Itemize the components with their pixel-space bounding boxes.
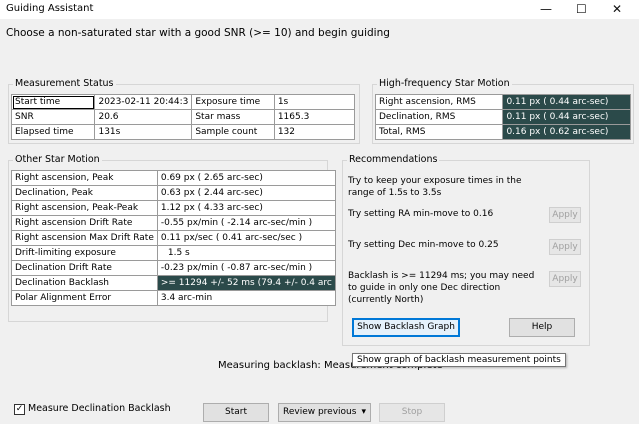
other-motion-title: Other Star Motion [13,154,102,165]
table-cell-label: Declination Drift Rate [11,260,158,276]
table-row: Right ascension, RMS 0.11 px ( 0.44 arc-… [374,94,631,110]
apply-dec-button[interactable]: Apply [549,239,581,255]
table-cell-value: 1.5 s [156,245,336,261]
table-cell-label: Polar Alignment Error [11,290,158,306]
table-cell-label: Star mass [191,109,275,125]
apply-backlash-button[interactable]: Apply [549,271,581,287]
table-cell-value: 20.6 [94,109,193,125]
minimize-icon[interactable]: — [540,2,552,16]
table-cell-label: Drift-limiting exposure [11,245,158,261]
table-row: Declination Backlash >= 11294 +/- 52 ms (… [11,275,336,291]
high-frequency-title: High-frequency Star Motion [377,78,512,89]
table-cell-value: -0.55 px/min ( -2.14 arc-sec/min ) [156,215,336,231]
table-cell-label: Right ascension, Peak-Peak [11,200,158,216]
start-button[interactable]: Start [203,403,269,422]
table-cell-label: Right ascension Max Drift Rate [11,230,158,246]
dec-min-move-recommendation: Try setting Dec min-move to 0.25 [348,240,499,250]
table-cell-label: Right ascension Drift Rate [11,215,158,231]
table-cell-label: Declination, Peak [11,185,158,201]
table-cell-label: Start time [10,94,96,110]
table-cell-value: 1s [273,94,356,110]
table-row: Right ascension Drift Rate -0.55 px/min (… [11,215,336,231]
table-row: Start time 2023-02-11 20:44:3 Exposure t… [10,94,356,110]
title-bar: Guiding Assistant — ☐ ✕ [0,0,639,19]
ra-min-move-recommendation: Try setting RA min-move to 0.16 [348,209,494,219]
table-cell-value: 3.4 arc-min [156,290,336,306]
high-frequency-table: Right ascension, RMS 0.11 px ( 0.44 arc-… [374,94,631,140]
table-cell-value: 0.16 px ( 0.62 arc-sec) [502,124,631,140]
measure-backlash-label: Measure Declination Backlash [28,403,171,414]
table-cell-value: 1.12 px ( 4.33 arc-sec) [156,200,336,216]
measurement-status-table: Start time 2023-02-11 20:44:3 Exposure t… [10,94,356,140]
table-cell-label: Exposure time [191,94,275,110]
table-cell-value: 0.11 px/sec ( 0.41 arc-sec/sec ) [156,230,336,246]
table-row: Right ascension Max Drift Rate 0.11 px/se… [11,230,336,246]
measurement-status-title: Measurement Status [13,78,116,89]
review-previous-label: Review previous [283,407,357,417]
show-backlash-graph-button[interactable]: Show Backlash Graph [352,318,460,337]
table-row: Declination, RMS 0.11 px ( 0.44 arc-sec) [374,109,631,125]
table-row: SNR 20.6 Star mass 1165.3 [10,109,356,125]
table-row: Declination, Peak 0.63 px ( 2.44 arc-sec) [11,185,336,201]
table-cell-value: 0.63 px ( 2.44 arc-sec) [156,185,336,201]
window-title: Guiding Assistant [6,3,94,14]
backlash-graph-tooltip: Show graph of backlash measurement point… [352,353,566,367]
table-row: Elapsed time 131s Sample count 132 [10,124,356,140]
table-row: Declination Drift Rate -0.23 px/min ( -0.… [11,260,336,276]
maximize-icon[interactable]: ☐ [576,2,587,16]
table-cell-label: Total, RMS [374,124,504,140]
table-cell-label: Sample count [191,124,275,140]
table-row: Polar Alignment Error 3.4 arc-min [11,290,336,306]
table-row: Drift-limiting exposure 1.5 s [11,245,336,261]
other-motion-table: Right ascension, Peak 0.69 px ( 2.65 arc-… [11,170,336,306]
table-cell-value: 0.11 px ( 0.44 arc-sec) [502,109,631,125]
table-cell-value: 0.69 px ( 2.65 arc-sec) [156,170,336,186]
stop-button[interactable]: Stop [379,403,445,422]
table-row: Right ascension, Peak 0.69 px ( 2.65 arc-… [11,170,336,186]
table-cell-value: 1165.3 [273,109,356,125]
apply-ra-button[interactable]: Apply [549,207,581,223]
table-row: Total, RMS 0.16 px ( 0.62 arc-sec) [374,124,631,140]
backlash-recommendation: Backlash is >= 11294 ms; you may need to… [348,271,535,305]
review-previous-button[interactable]: Review previous ▾ [278,403,371,422]
table-cell-value: 131s [94,124,193,140]
close-icon[interactable]: ✕ [612,2,622,16]
table-cell-value: >= 11294 +/- 52 ms (79.4 +/- 0.4 arc [156,275,336,291]
table-cell-label: Declination, RMS [374,109,504,125]
table-cell-label: SNR [10,109,96,125]
table-cell-label: Right ascension, Peak [11,170,158,186]
recommendations-title: Recommendations [347,154,440,165]
measure-backlash-checkbox[interactable]: ✓ [14,404,25,415]
table-cell-label: Elapsed time [10,124,96,140]
table-cell-value: -0.23 px/min ( -0.87 arc-sec/min ) [156,260,336,276]
instruction-text: Choose a non-saturated star with a good … [6,27,390,39]
exposure-recommendation: Try to keep your exposure times in the r… [348,176,522,198]
table-cell-value: 0.11 px ( 0.44 arc-sec) [502,94,631,110]
table-cell-label: Declination Backlash [11,275,158,291]
table-cell-label: Right ascension, RMS [374,94,504,110]
help-button[interactable]: Help [509,318,575,337]
table-row: Right ascension, Peak-Peak 1.12 px ( 4.33… [11,200,336,216]
chevron-down-icon: ▾ [361,407,366,417]
table-cell-value: 132 [273,124,356,140]
table-cell-value: 2023-02-11 20:44:3 [94,94,193,110]
